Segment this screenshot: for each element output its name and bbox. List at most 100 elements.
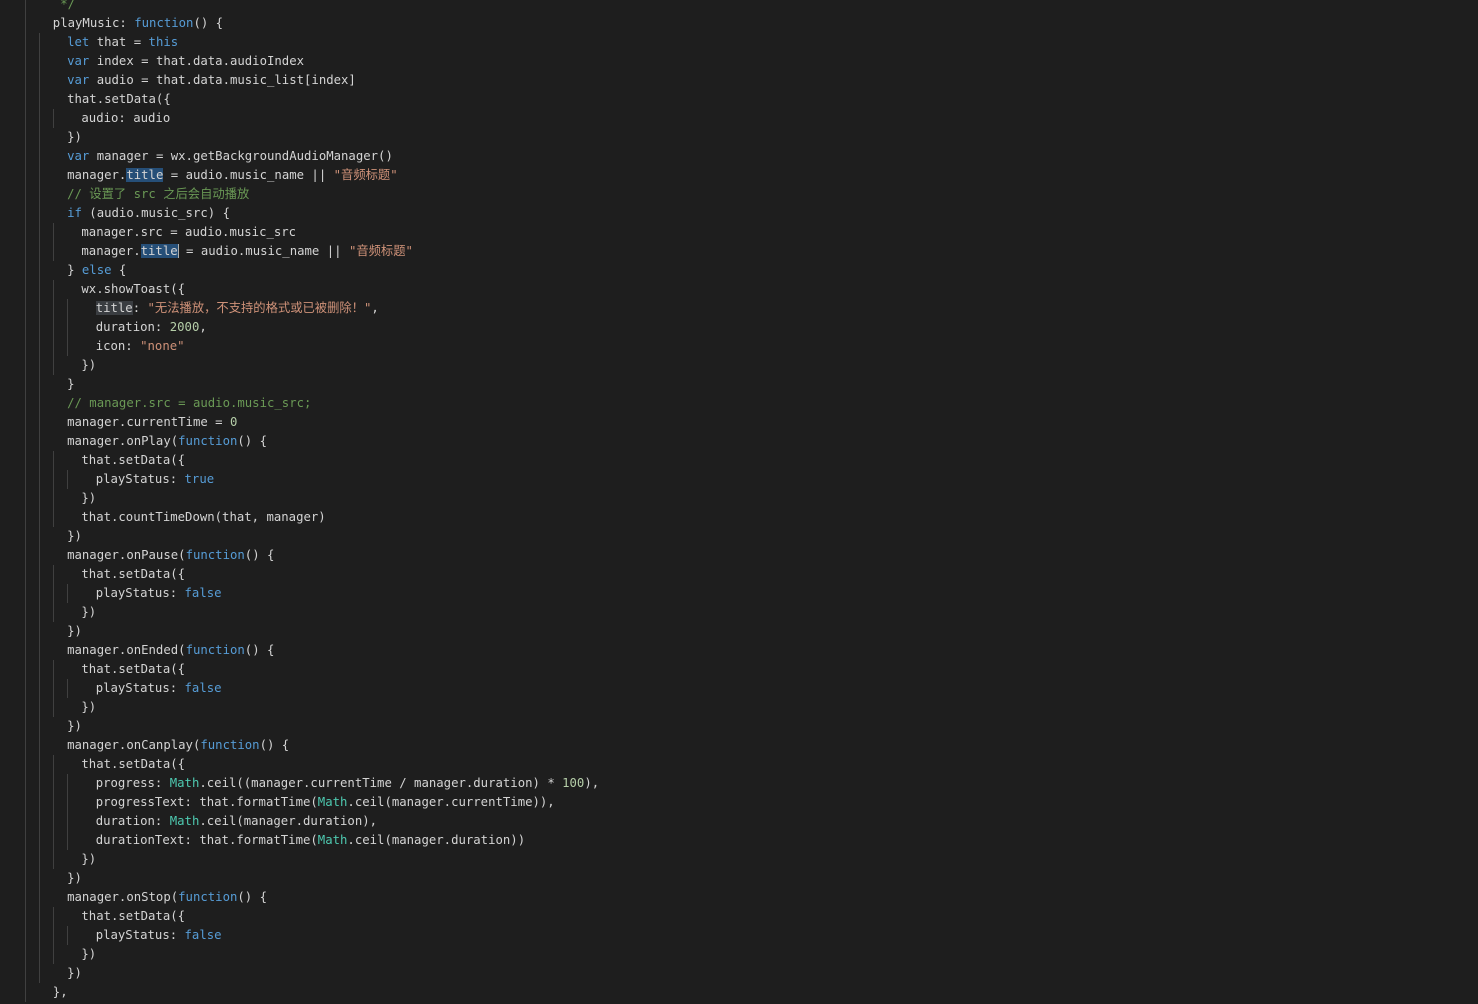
code-token: () { <box>237 890 268 904</box>
code-line[interactable]: duration: 2000, <box>96 318 207 337</box>
code-line[interactable]: playStatus: false <box>96 584 222 603</box>
code-line[interactable]: }) <box>67 869 82 888</box>
code-token: playStatus: <box>95 586 185 600</box>
code-token: title <box>126 168 164 182</box>
code-line[interactable]: if (audio.music_src) { <box>67 204 230 223</box>
code-token: icon: <box>95 339 141 353</box>
code-comment: // manager.src = audio.music_src; <box>67 396 312 410</box>
code-line[interactable]: }) <box>81 356 96 375</box>
code-line[interactable]: var audio = that.data.music_list[index] <box>67 71 356 90</box>
code-line[interactable]: progressText: that.formatTime(Math.ceil(… <box>96 793 555 812</box>
code-line[interactable]: that.setData({ <box>81 660 185 679</box>
code-token: manager.onStop( <box>67 890 179 904</box>
code-line[interactable]: durationText: that.formatTime(Math.ceil(… <box>96 831 525 850</box>
code-line[interactable]: manager.onStop(function() { <box>67 888 267 907</box>
code-token: .ceil(manager.currentTime)), <box>347 795 555 809</box>
code-token: title <box>140 244 179 258</box>
code-line[interactable]: }, <box>53 983 68 1002</box>
code-line[interactable]: } <box>67 375 74 394</box>
code-line[interactable]: manager.src = audio.music_src <box>81 223 296 242</box>
code-line[interactable]: }) <box>67 128 82 147</box>
code-token: that.setData({ <box>81 757 186 771</box>
code-line[interactable]: manager.title = audio.music_name || "音频标… <box>81 242 413 261</box>
code-token: false <box>184 681 222 695</box>
code-token: playMusic: <box>52 16 135 30</box>
code-line[interactable]: wx.showToast({ <box>81 280 185 299</box>
code-line[interactable]: that.setData({ <box>81 565 185 584</box>
indent-guide <box>39 33 40 983</box>
code-line[interactable]: }) <box>67 964 82 983</box>
code-line[interactable]: var manager = wx.getBackgroundAudioManag… <box>67 147 393 166</box>
indent-guide <box>25 0 26 1002</box>
code-token: false <box>184 586 222 600</box>
indent-guide <box>67 470 68 489</box>
code-line[interactable]: manager.onEnded(function() { <box>67 641 274 660</box>
code-token: duration: <box>95 320 170 334</box>
code-line[interactable]: }) <box>81 698 96 717</box>
code-token: }) <box>81 491 97 505</box>
code-line[interactable]: }) <box>67 622 82 641</box>
indent-guide <box>53 565 54 622</box>
code-line[interactable]: progress: Math.ceil((manager.currentTime… <box>96 774 599 793</box>
code-line[interactable]: let that = this <box>67 33 178 52</box>
code-line[interactable]: }) <box>67 527 82 546</box>
code-token: progressText: that.formatTime( <box>95 795 318 809</box>
indent-guide <box>67 679 68 698</box>
code-line[interactable]: that.countTimeDown(that, manager) <box>81 508 325 527</box>
code-line[interactable]: // manager.src = audio.music_src; <box>67 394 311 413</box>
code-line[interactable]: that.setData({ <box>67 90 171 109</box>
code-token: }) <box>81 947 97 961</box>
code-token: that.countTimeDown(that, manager) <box>81 510 326 524</box>
code-token: }) <box>67 966 82 980</box>
code-token: }, <box>52 985 68 999</box>
code-token: Math <box>317 833 348 847</box>
code-line[interactable]: }) <box>81 603 96 622</box>
code-token: function <box>178 890 238 904</box>
code-line[interactable]: duration: Math.ceil(manager.duration), <box>96 812 377 831</box>
code-token: playStatus: <box>95 928 185 942</box>
code-line[interactable]: title: "无法播放，不支持的格式或已被删除！", <box>95 299 379 318</box>
code-token: let <box>67 35 90 49</box>
code-token: var <box>67 73 90 87</box>
code-line[interactable]: playMusic: function() { <box>53 14 223 33</box>
code-token: : <box>132 301 148 315</box>
code-line[interactable]: playStatus: false <box>96 926 222 945</box>
code-token: }) <box>81 605 97 619</box>
code-line[interactable]: manager.title = audio.music_name || "音频标… <box>67 166 398 185</box>
code-token: var <box>67 149 90 163</box>
code-line[interactable]: }) <box>81 850 96 869</box>
code-line[interactable]: that.setData({ <box>81 451 185 470</box>
code-line[interactable]: that.setData({ <box>81 755 185 774</box>
code-line[interactable]: */ <box>53 0 75 14</box>
code-token: }) <box>67 529 82 543</box>
indent-guide <box>53 660 54 717</box>
code-line[interactable]: }) <box>81 945 96 964</box>
code-line[interactable]: icon: "none" <box>96 337 185 356</box>
code-line[interactable]: audio: audio <box>81 109 170 128</box>
code-line[interactable]: playStatus: true <box>96 470 214 489</box>
code-line[interactable]: manager.onCanplay(function() { <box>67 736 289 755</box>
code-line[interactable]: var index = that.data.audioIndex <box>67 52 304 71</box>
code-editor[interactable]: */playMusic: function() {let that = this… <box>0 0 1478 1004</box>
indent-guide <box>53 755 54 869</box>
code-token: 0 <box>229 415 238 429</box>
code-token: () { <box>244 548 275 562</box>
code-line[interactable]: manager.onPause(function() { <box>67 546 274 565</box>
code-line[interactable]: manager.currentTime = 0 <box>67 413 237 432</box>
code-token: Math <box>169 776 200 790</box>
indent-guide <box>53 907 54 964</box>
indent-guide <box>53 223 54 261</box>
code-line[interactable]: }) <box>81 489 96 508</box>
code-token: playStatus: <box>95 681 185 695</box>
code-token: } <box>67 263 82 277</box>
code-token: that.setData({ <box>81 453 186 467</box>
code-line[interactable]: manager.onPlay(function() { <box>67 432 267 451</box>
code-line[interactable]: // 设置了 src 之后会自动播放 <box>67 185 249 204</box>
code-line[interactable]: }) <box>67 717 82 736</box>
code-line[interactable]: } else { <box>67 261 126 280</box>
code-line[interactable]: playStatus: false <box>96 679 222 698</box>
code-token: index = that.data.audioIndex <box>89 54 305 68</box>
indent-guide <box>67 299 68 356</box>
code-token: function <box>134 16 194 30</box>
code-line[interactable]: that.setData({ <box>81 907 185 926</box>
